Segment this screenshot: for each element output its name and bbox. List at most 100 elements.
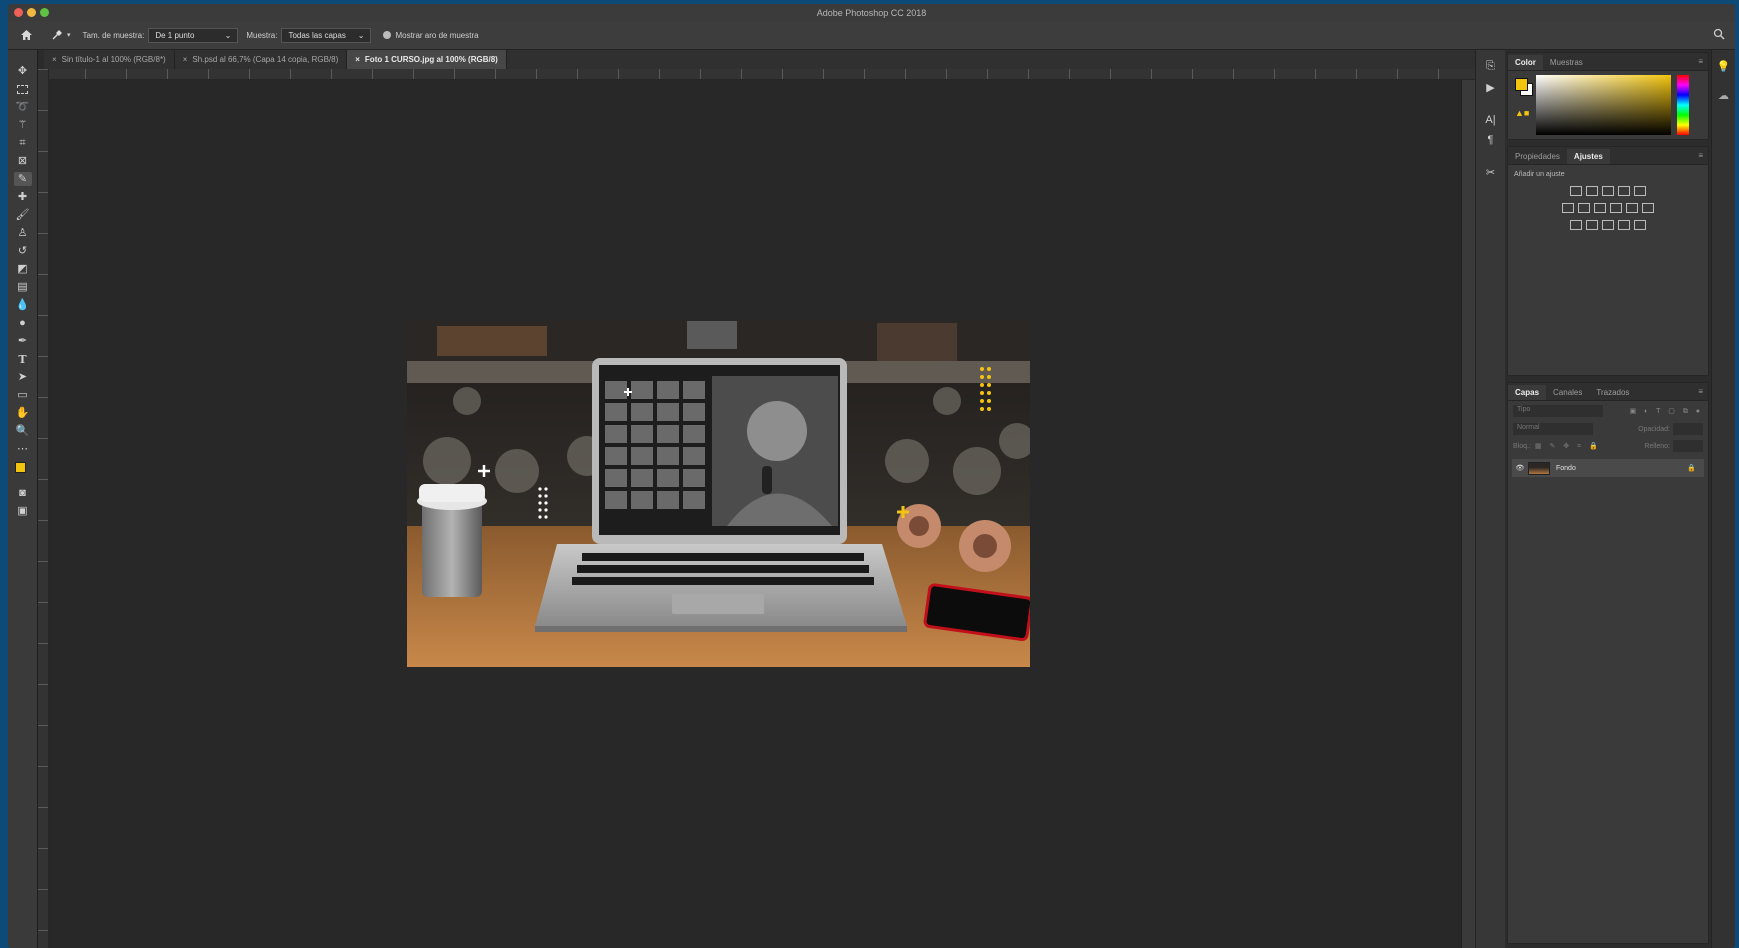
opacity-input[interactable] [1673, 423, 1703, 435]
panel-menu-icon[interactable]: ≡ [1698, 57, 1703, 66]
history-brush-tool-icon[interactable]: ↺ [14, 244, 32, 258]
learn-strip: 💡 ☁ [1711, 50, 1735, 948]
panel-menu-icon[interactable]: ≡ [1698, 151, 1703, 160]
foreground-background-swatches[interactable] [14, 460, 32, 482]
gradient-map-icon[interactable] [1618, 220, 1630, 230]
path-selection-tool-icon[interactable]: ➤ [14, 370, 32, 384]
brush-tool-icon[interactable]: 🖌 [14, 208, 32, 222]
close-tab-icon[interactable]: × [52, 55, 57, 64]
hue-slider[interactable] [1677, 75, 1689, 135]
lock-label: Bloq.: [1513, 442, 1531, 450]
gradient-tool-icon[interactable]: ▤ [14, 280, 32, 294]
tab-color[interactable]: Color [1508, 55, 1543, 70]
vertical-scrollbar[interactable] [1461, 80, 1475, 948]
quick-mask-icon[interactable]: ◙ [14, 486, 32, 500]
magic-wand-tool-icon[interactable]: ⚚ [14, 118, 32, 132]
actions-panel-icon[interactable]: ▶ [1486, 81, 1494, 94]
tab-paths[interactable]: Trazados [1589, 385, 1636, 400]
sample-layers-dropdown[interactable]: Todas las capas ⌄ [281, 27, 372, 43]
screen-mode-icon[interactable]: ▣ [14, 504, 32, 518]
tab-swatches[interactable]: Muestras [1543, 55, 1590, 70]
tab-document-2[interactable]: × Sh.psd al 66,7% (Capa 14 copia, RGB/8) [175, 50, 348, 69]
eyedropper-tool-preset-picker[interactable]: ▾ [51, 29, 71, 41]
cloud-icon[interactable]: ☁ [1718, 89, 1729, 102]
tab-document-3[interactable]: × Foto 1 CURSO.jpg al 100% (RGB/8) [347, 50, 507, 69]
lasso-tool-icon[interactable]: ➰ [14, 100, 32, 114]
blend-mode-dropdown[interactable]: Normal [1513, 423, 1593, 435]
hue-saturation-icon[interactable] [1562, 203, 1574, 213]
close-tab-icon[interactable]: × [183, 55, 188, 64]
color-panel-tabs: Color Muestras ≡ [1508, 53, 1708, 71]
levels-icon[interactable] [1586, 186, 1598, 196]
chevron-down-icon: ▾ [67, 32, 71, 39]
foreground-color-swatch[interactable] [14, 462, 26, 473]
tab-layers[interactable]: Capas [1508, 385, 1547, 400]
channel-mixer-icon[interactable] [1626, 203, 1638, 213]
rectangle-tool-icon[interactable]: ▭ [14, 388, 32, 402]
title-bar: Adobe Photoshop CC 2018 [8, 4, 1735, 21]
search-icon[interactable] [1713, 28, 1725, 42]
minimize-window-button[interactable] [27, 8, 36, 17]
tab-properties[interactable]: Propiedades [1508, 149, 1567, 164]
home-icon[interactable] [20, 29, 33, 41]
eraser-tool-icon[interactable]: ◩ [14, 262, 32, 276]
panel-icon-strip: ⎘ ▶ A| ¶ ✂ [1475, 50, 1505, 948]
brightness-contrast-icon[interactable] [1570, 186, 1582, 196]
tools-panel: ✥ ➰ ⚚ ⌗ ⊠ ✎ ✚ 🖌 ♙ ↺ ◩ ▤ 💧 ● ✒ T ➤ ▭ ✋ 🔍 … [8, 50, 38, 948]
move-tool-icon[interactable]: ✥ [14, 64, 32, 78]
crop-tool-icon[interactable]: ⌗ [14, 136, 32, 150]
sample-label: Muestra: [246, 30, 278, 40]
color-lookup-icon[interactable] [1642, 203, 1654, 213]
panel-menu-icon[interactable]: ≡ [1698, 387, 1703, 396]
foreground-color-swatch[interactable] [1515, 78, 1528, 91]
color-balance-icon[interactable] [1578, 203, 1590, 213]
photo-filter-icon[interactable] [1610, 203, 1622, 213]
exposure-icon[interactable] [1618, 186, 1630, 196]
healing-brush-tool-icon[interactable]: ✚ [14, 190, 32, 204]
layer-row-fondo[interactable]: 👁 Fondo 🔒 [1512, 459, 1704, 477]
frame-tool-icon[interactable]: ⊠ [14, 154, 32, 168]
clone-stamp-tool-icon[interactable]: ♙ [14, 226, 32, 240]
sample-size-dropdown[interactable]: De 1 punto ⌄ [148, 27, 239, 43]
out-of-gamut-warning-icon[interactable]: ▲■ [1515, 108, 1529, 118]
horizontal-ruler [44, 69, 1504, 80]
close-tab-icon[interactable]: × [355, 55, 360, 64]
eyedropper-tool-icon[interactable]: ✎ [13, 172, 32, 186]
threshold-icon[interactable] [1602, 220, 1614, 230]
blur-tool-icon[interactable]: 💧 [14, 298, 32, 312]
zoom-window-button[interactable] [40, 8, 49, 17]
zoom-tool-icon[interactable]: 🔍 [14, 424, 32, 438]
black-white-icon[interactable] [1594, 203, 1606, 213]
pen-tool-icon[interactable]: ✒ [14, 334, 32, 348]
posterize-icon[interactable] [1586, 220, 1598, 230]
tab-channels[interactable]: Canales [1546, 385, 1589, 400]
selective-color-icon[interactable] [1634, 220, 1646, 230]
show-sampling-ring-label: Mostrar aro de muestra [395, 30, 479, 40]
marquee-tool-icon[interactable] [14, 82, 32, 96]
more-tools-icon[interactable]: ⋯ [14, 442, 32, 456]
tab-adjustments[interactable]: Ajustes [1566, 149, 1610, 164]
color-field[interactable] [1536, 75, 1671, 135]
eye-icon[interactable]: 👁 [1512, 464, 1528, 472]
layer-filter-icons[interactable]: ▣ ◐ T ▢ ⧉ ● [1630, 407, 1703, 416]
tab-document-1[interactable]: × Sin título-1 al 100% (RGB/8*) [44, 50, 175, 69]
character-panel-icon[interactable]: A| [1485, 114, 1495, 126]
curves-icon[interactable] [1602, 186, 1614, 196]
brush-settings-panel-icon[interactable]: ✂ [1486, 166, 1495, 179]
hand-tool-icon[interactable]: ✋ [14, 406, 32, 420]
show-sampling-ring-checkbox[interactable]: Mostrar aro de muestra [383, 30, 479, 40]
lock-icons[interactable]: ▦ ✎ ✥ ⌗ 🔒 [1535, 442, 1601, 451]
history-panel-icon[interactable]: ⎘ [1486, 60, 1495, 73]
paragraph-panel-icon[interactable]: ¶ [1488, 134, 1494, 146]
dodge-tool-icon[interactable]: ● [14, 316, 32, 330]
layer-search-input[interactable]: Tipo [1513, 405, 1603, 417]
invert-icon[interactable] [1570, 220, 1582, 230]
fill-input[interactable] [1673, 440, 1703, 452]
fill-label: Relleno: [1644, 442, 1670, 450]
vibrance-icon[interactable] [1634, 186, 1646, 196]
type-tool-icon[interactable]: T [14, 352, 32, 366]
lightbulb-icon[interactable]: 💡 [1717, 60, 1731, 73]
close-window-button[interactable] [14, 8, 23, 17]
right-panels-dock: Color Muestras ≡ ▲■ Propiedades Ajustes … [1505, 50, 1711, 948]
document-image[interactable] [407, 321, 1030, 667]
